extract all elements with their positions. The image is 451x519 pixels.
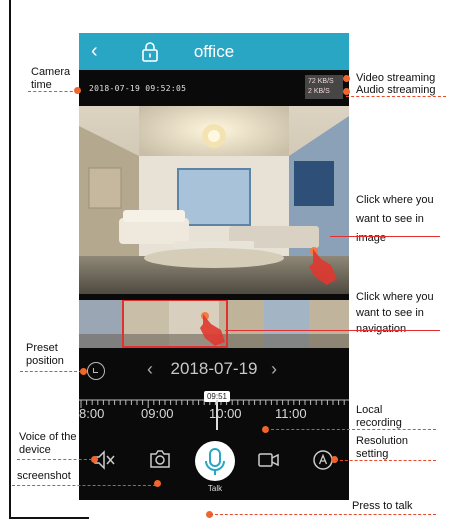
annotation-dot [343, 88, 350, 95]
chevron-right-icon[interactable]: › [271, 359, 277, 380]
annotation-dot [80, 368, 87, 375]
live-video-view[interactable] [79, 106, 349, 294]
annotation-line [20, 371, 82, 372]
app-bar: ‹ office [79, 33, 349, 70]
timeline-label: 09:00 [141, 406, 174, 421]
annotation-line [17, 459, 92, 460]
annotation-dot [91, 456, 98, 463]
annotation-camera-time: Camera time [31, 66, 71, 91]
video-record-icon[interactable] [257, 450, 281, 470]
annotation-line [335, 460, 436, 461]
annotation-dot [154, 480, 161, 487]
annotation-preset: Preset position [26, 342, 64, 367]
playback-timeline[interactable]: 09:51 8:00 09:00 10:00 11:00 [79, 386, 349, 434]
frame-left-border [9, 0, 11, 519]
annotation-resolution: Resolution setting [356, 435, 408, 460]
microphone-icon [205, 448, 225, 475]
annotation-screenshot: screenshot [17, 470, 71, 482]
timeline-label: 11:00 [275, 406, 307, 421]
video-rate: 72 KB/S [308, 78, 334, 85]
annotation-line [266, 429, 436, 430]
timeline-label: 10:00 [209, 406, 242, 421]
annotation-voice: Voice of the device [19, 431, 77, 456]
annotation-dot [343, 75, 350, 82]
annotation-line [346, 96, 446, 97]
annotation-local-recording: Local recording [356, 404, 402, 429]
annotation-line [28, 91, 78, 92]
navigation-strip[interactable] [79, 300, 349, 348]
annotation-line [225, 330, 440, 331]
camera-icon[interactable] [149, 449, 171, 469]
page-title: office [193, 42, 235, 61]
camera-time: 2018-07-19 09:52:05 [89, 84, 187, 93]
annotation-line [210, 514, 436, 515]
control-bar: Talk [79, 436, 349, 500]
timeline-label: 8:00 [79, 406, 105, 421]
annotation-dot [74, 87, 81, 94]
talk-label: Talk [207, 484, 223, 493]
annotation-line [12, 485, 156, 486]
talk-button[interactable] [195, 441, 235, 481]
audio-rate: 2 KB/S [308, 88, 330, 95]
annotation-line [330, 236, 440, 237]
date-selector: ‹ 2018-07-19 › [79, 358, 349, 386]
annotation-click-image: Click where you want to see in image [356, 194, 434, 244]
stream-rates: 72 KB/S 2 KB/S [305, 75, 343, 99]
annotation-press-talk: Press to talk [352, 500, 413, 512]
playback-date: 2018-07-19 [170, 359, 258, 378]
